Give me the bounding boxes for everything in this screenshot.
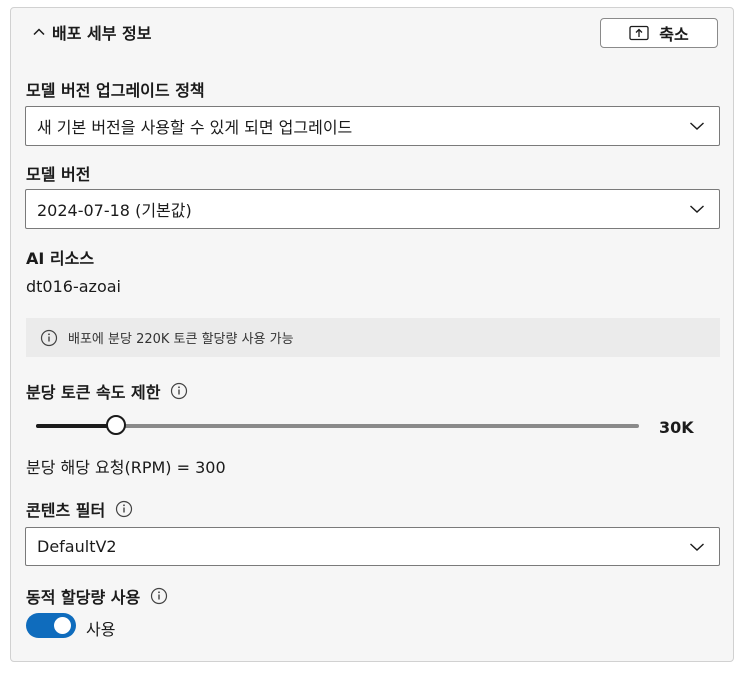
toggle-knob [54,617,71,634]
upgrade-policy-value: 새 기본 버전을 사용할 수 있게 되면 업그레이드 [37,118,353,137]
info-icon[interactable] [150,587,168,605]
content-filter-label: 콘텐츠 필터 [26,501,106,520]
rate-limit-value: 30K [659,418,694,437]
chevron-down-icon [690,122,704,130]
info-icon [40,329,58,346]
quota-info-text: 배포에 분당 220K 토큰 할당량 사용 가능 [68,332,294,347]
upgrade-policy-label: 모델 버전 업그레이드 정책 [26,81,205,100]
rate-limit-header: 분당 토큰 속도 제한 [26,379,188,403]
chevron-down-icon [690,542,704,551]
model-version-select[interactable]: 2024-07-18 (기본값) [25,189,720,229]
content-filter-header: 콘텐츠 필터 [26,497,133,521]
ai-resource-label: AI 리소스 [26,249,95,268]
rate-limit-slider-track[interactable] [36,424,639,428]
rate-limit-slider-thumb[interactable] [105,415,126,435]
collapse-button[interactable]: 축소 [600,18,718,48]
quota-info-bar: 배포에 분당 220K 토큰 할당량 사용 가능 [26,318,720,357]
dynamic-quota-toggle-label: 사용 [86,620,116,639]
chevron-down-icon [690,205,704,213]
dynamic-quota-header: 동적 할당량 사용 [26,584,168,608]
content-filter-value: DefaultV2 [37,537,117,556]
info-icon[interactable] [115,500,133,518]
section-header[interactable]: 배포 세부 정보 [32,20,151,44]
upgrade-policy-select[interactable]: 새 기본 버전을 사용할 수 있게 되면 업그레이드 [25,106,720,146]
collapse-label: 축소 [659,25,689,44]
dynamic-quota-label: 동적 할당량 사용 [26,588,141,607]
ai-resource-value: dt016-azoai [26,277,121,296]
rate-limit-slider-fill [36,424,116,428]
info-icon[interactable] [170,382,188,400]
rate-limit-label: 분당 토큰 속도 제한 [26,383,161,402]
section-title: 배포 세부 정보 [52,24,152,43]
model-version-value: 2024-07-18 (기본값) [37,201,192,220]
dynamic-quota-toggle[interactable] [26,613,76,638]
chevron-up-icon [33,28,45,36]
rpm-text: 분당 해당 요청(RPM) = 300 [26,458,226,477]
content-filter-select[interactable]: DefaultV2 [25,527,720,566]
collapse-icon [629,25,649,41]
model-version-label: 모델 버전 [26,165,91,184]
